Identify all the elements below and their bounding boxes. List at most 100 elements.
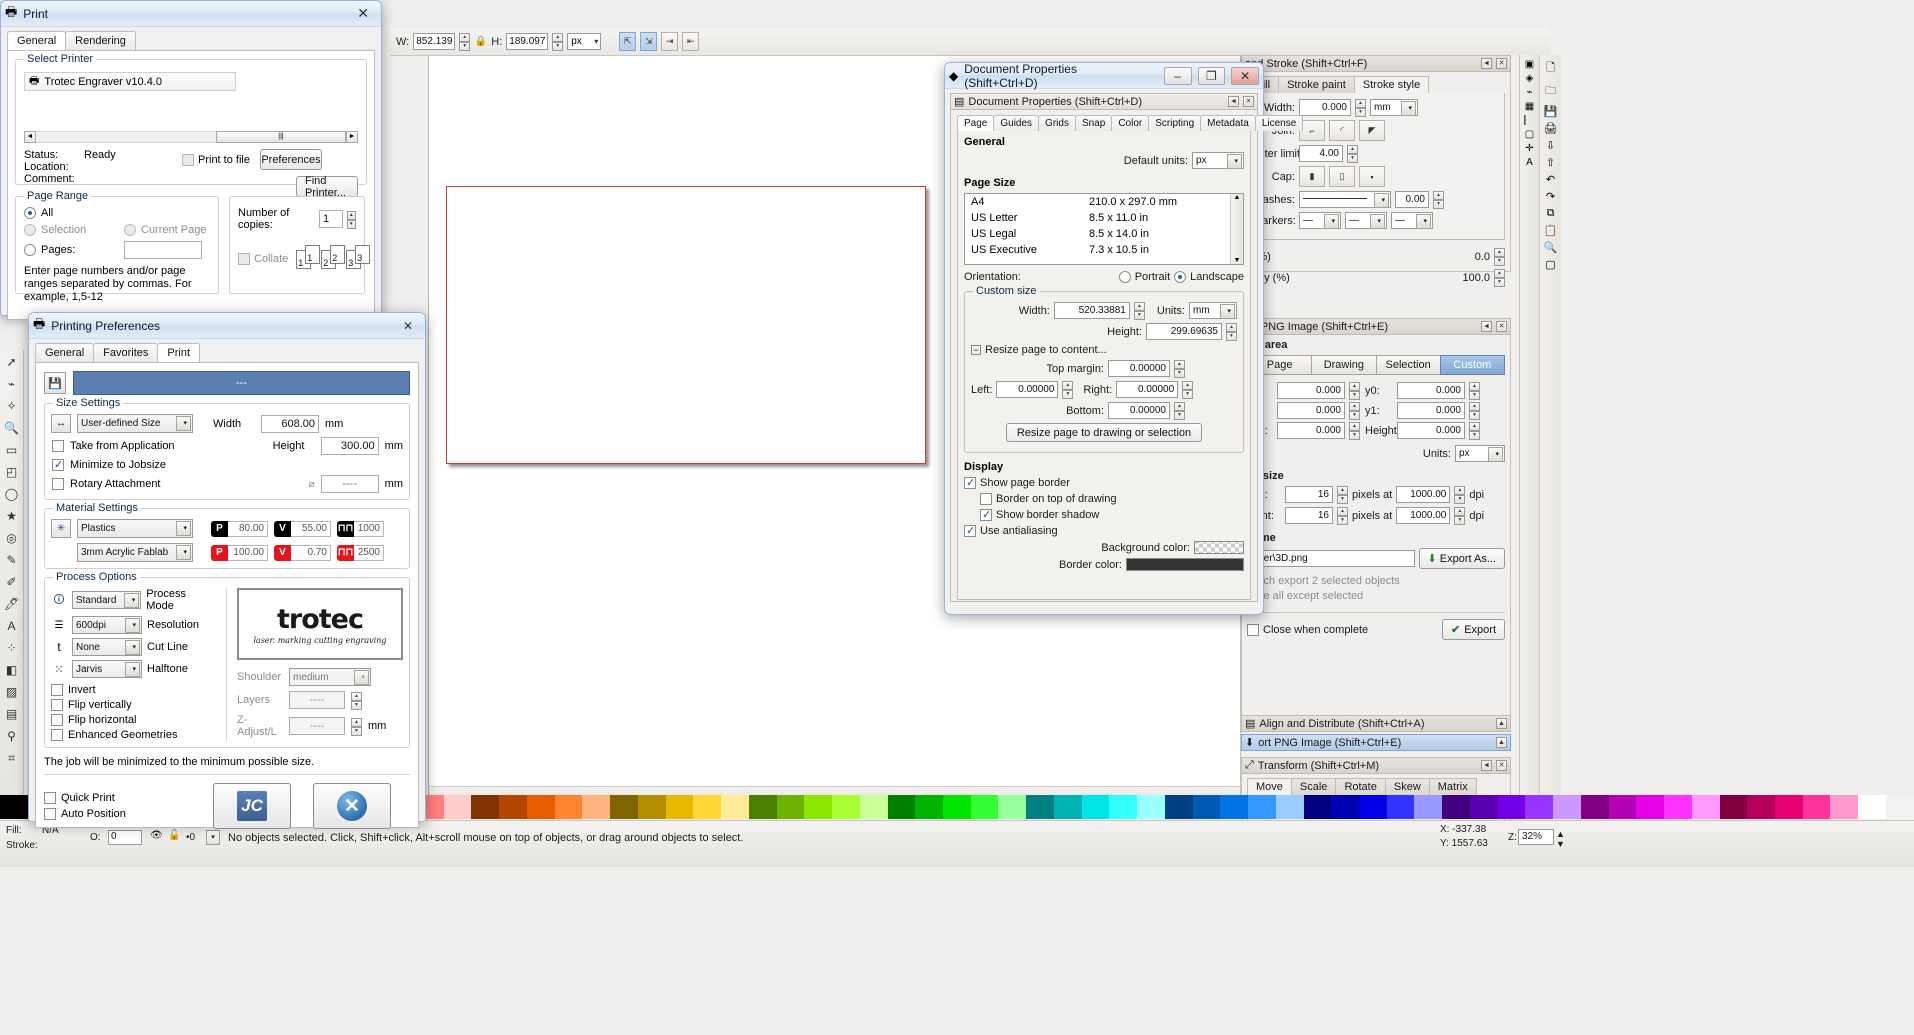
bottom-margin-stepper[interactable]: ▲ ▼ — [1174, 402, 1185, 420]
tab-snap[interactable]: Snap — [1074, 115, 1113, 131]
marker-start-select[interactable]: ▾ — — [1299, 212, 1341, 229]
snap-page-icon[interactable]: ▢ — [1525, 129, 1534, 140]
find-printer-button[interactable]: Find Printer... — [296, 175, 358, 199]
document-properties-window[interactable]: ◆ Document Properties (Shift+Ctrl+D) – ❐… — [944, 62, 1304, 615]
snap-grid-icon[interactable]: ▦ — [1525, 101, 1534, 112]
tab-scripting[interactable]: Scripting — [1148, 115, 1202, 131]
pencil-icon[interactable]: ✎ — [2, 550, 22, 570]
dropper-icon[interactable]: ⚲ — [2, 726, 22, 746]
export-x0-stepper[interactable]: ▲ ▼ — [1349, 382, 1360, 400]
minimize-jobsize-row[interactable]: Minimize to Jobsize — [51, 458, 403, 471]
docprops-close-button[interactable]: ✕ — [1231, 66, 1260, 85]
docprops-dock-close-icon[interactable]: ✕ — [1243, 96, 1254, 107]
snap-node-icon[interactable]: ◈ — [1526, 73, 1534, 84]
tab-scale[interactable]: Scale — [1290, 778, 1337, 795]
export-x0-input[interactable]: 0.000 — [1277, 382, 1345, 399]
auto-position-row[interactable]: Auto Position — [44, 808, 194, 820]
shoulder-select[interactable]: ▾ medium — [289, 668, 371, 686]
engrave-power-value[interactable]: 80.00 — [228, 520, 268, 537]
page-size-list[interactable]: A4 210.0 x 297.0 mm US Letter 8.5 x 11.0… — [964, 193, 1244, 265]
auto-position-checkbox[interactable] — [44, 808, 56, 820]
stroke-width-stepper[interactable]: ▲ ▼ — [1355, 99, 1366, 117]
join-round-icon[interactable]: ◜ — [1329, 120, 1355, 141]
open-doc-icon[interactable]: 🗀 — [1545, 82, 1556, 101]
export-x1-input[interactable]: 0.000 — [1277, 402, 1345, 419]
snap-bbox-icon[interactable]: ▣ — [1525, 59, 1534, 70]
range-selection-radio[interactable] — [24, 224, 36, 236]
bottom-margin-input[interactable]: 0.00000 — [1108, 402, 1170, 419]
flip-horizontal-checkbox[interactable] — [51, 714, 63, 726]
fill-stroke-dock-title[interactable]: and Stroke (Shift+Ctrl+F) ◄ ✕ — [1241, 55, 1511, 72]
printing-preferences-dialog[interactable]: 🖶 Printing Preferences ✕ General Favorit… — [28, 312, 426, 829]
range-pages-input[interactable] — [124, 241, 202, 259]
custom-height-stepper[interactable]: ▲ ▼ — [1226, 323, 1237, 341]
engrave-speed-value[interactable]: 55.00 — [291, 520, 331, 537]
collate-row[interactable]: Collate 1 1 2 2 3 3 — [238, 245, 371, 269]
tab-license[interactable]: License — [1254, 115, 1304, 131]
tab-guides[interactable]: Guides — [993, 115, 1040, 131]
rotary-row[interactable]: Rotary Attachment ⌀ ---- mm — [51, 475, 403, 493]
left-margin-stepper[interactable]: ▲ ▼ — [1062, 381, 1074, 399]
docprops-dock-float-icon[interactable]: ◄ — [1228, 96, 1239, 107]
border-on-top-row[interactable]: Border on top of drawing — [964, 493, 1244, 505]
top-margin-input[interactable]: 0.00000 — [1108, 360, 1170, 377]
calligraphy-icon[interactable]: 🖊 — [2, 594, 22, 614]
miter-limit-input[interactable]: 4.00 — [1299, 145, 1343, 162]
copy-icon[interactable]: ⧉ — [1547, 207, 1555, 220]
page-size-scrollbar[interactable]: ▲ ▼ — [1230, 194, 1243, 264]
show-page-border-row[interactable]: Show page border — [964, 476, 1244, 489]
tab-stroke-paint[interactable]: Stroke paint — [1278, 76, 1355, 93]
width-stepper[interactable]: ▲ ▼ — [459, 33, 471, 51]
prefs-tabs[interactable]: General Favorites Print — [35, 343, 419, 362]
export-area-custom[interactable]: Custom — [1439, 355, 1505, 375]
stroke-width-input[interactable]: 0.000 — [1299, 99, 1351, 116]
save-doc-icon[interactable]: 💾 — [1544, 105, 1558, 118]
dock-float-icon[interactable]: ◄ — [1481, 58, 1492, 69]
cut-freq-value[interactable]: 2500 — [354, 544, 384, 561]
export-dock-float-icon[interactable]: ◄ — [1481, 321, 1492, 332]
height-input[interactable]: 189.097 — [506, 33, 549, 50]
printer-list-scrollbar[interactable]: ◄ ||| ► — [24, 131, 358, 143]
tab-general[interactable]: General — [7, 31, 67, 50]
size-width-input[interactable]: 608.00 — [261, 414, 319, 433]
left-margin-input[interactable]: 0.00000 — [996, 381, 1059, 398]
custom-units-select[interactable]: ▾ mm — [1189, 302, 1237, 319]
snap-path-icon[interactable]: ⌁ — [1526, 87, 1532, 98]
affect-patterns-button[interactable]: ⇤ — [682, 32, 700, 51]
size-mode-select[interactable]: ▾ User-defined Size — [77, 414, 193, 433]
join-bevel-icon[interactable]: ◤ — [1359, 120, 1385, 141]
size-height-input[interactable]: 300.00 — [320, 437, 379, 455]
tab-color[interactable]: Color — [1111, 115, 1150, 131]
copies-input[interactable]: 1 — [318, 210, 343, 228]
paste-icon[interactable]: 📋 — [1544, 224, 1558, 237]
take-from-application-checkbox[interactable] — [52, 440, 64, 452]
print-to-file-row[interactable]: Print to file — [182, 153, 250, 166]
rect-icon[interactable]: ▭ — [2, 440, 22, 460]
invert-checkbox[interactable] — [51, 684, 63, 696]
scroll-thumb[interactable]: ||| — [216, 131, 346, 143]
filename-input[interactable]: laser\3D.png — [1247, 550, 1415, 567]
cap-round-icon[interactable]: ▯ — [1329, 166, 1355, 187]
px-width-input[interactable]: 16 — [1285, 486, 1333, 503]
stroke-width-unit[interactable]: ▾ mm — [1370, 99, 1418, 116]
range-current-page-radio[interactable] — [124, 224, 136, 236]
zadjust-input[interactable]: ---- — [289, 717, 345, 735]
transform-tabs[interactable]: Move Scale Rotate Skew Matrix — [1247, 778, 1505, 795]
transform-dock-title[interactable]: ⤢ Transform (Shift+Ctrl+M) ◄ ✕ — [1241, 757, 1511, 774]
background-color-swatch[interactable] — [1194, 541, 1244, 554]
cap-square-icon[interactable]: ▪ — [1359, 166, 1385, 187]
blur-stepper[interactable]: ▲ ▼ — [1494, 248, 1505, 266]
tab-matrix[interactable]: Matrix — [1428, 778, 1477, 795]
dash-offset-stepper[interactable]: ▲ ▼ — [1433, 191, 1444, 209]
print-dialog-tabs[interactable]: General Rendering — [7, 31, 375, 50]
cube-icon[interactable]: ◰ — [2, 462, 22, 482]
prefs-titlebar[interactable]: 🖶 Printing Preferences ✕ — [29, 313, 425, 339]
export-icon[interactable]: ⇧ — [1546, 156, 1555, 169]
collate-checkbox[interactable] — [238, 253, 250, 265]
page-size-row-3[interactable]: US Executive 7.3 x 10.5 in — [965, 242, 1243, 258]
cancel-button[interactable]: ✕ — [313, 783, 391, 829]
resize-expander-icon[interactable]: − — [971, 345, 981, 355]
marker-mid-select[interactable]: ▾ — — [1345, 212, 1387, 229]
right-margin-input[interactable]: 0.00000 — [1116, 381, 1179, 398]
undo-icon[interactable]: ↶ — [1546, 173, 1555, 186]
